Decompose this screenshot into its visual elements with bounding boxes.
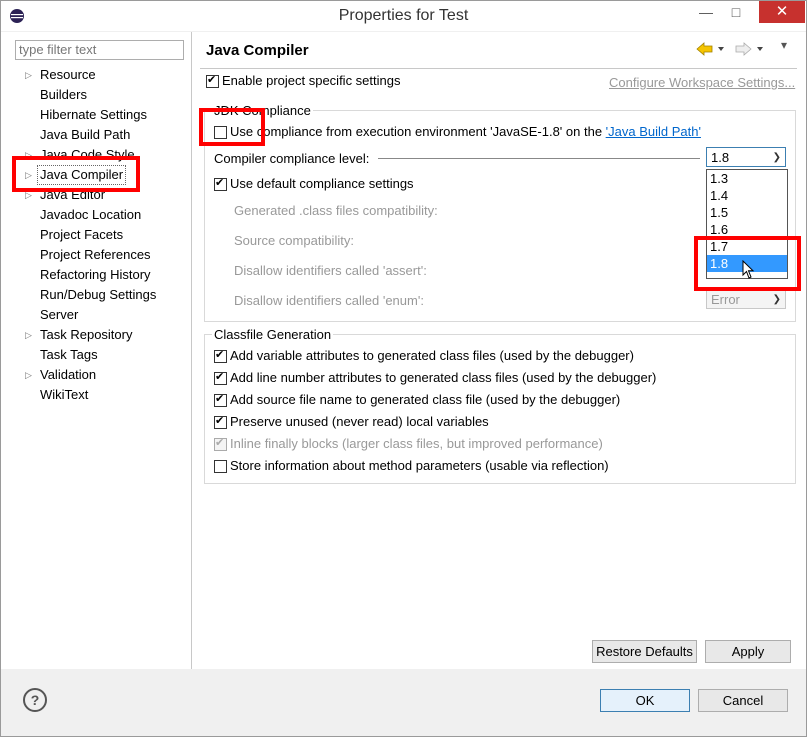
settings-panel: Java Compiler ▾ Enable project specific …	[193, 32, 806, 669]
menu-icon[interactable]: ▾	[781, 38, 787, 52]
annotation-box-use-env	[199, 108, 265, 146]
title-bar: Properties for Test — □ ✕	[1, 1, 806, 31]
sidebar-item[interactable]: WikiText	[1, 385, 191, 405]
classfile-label: Add line number attributes to generated …	[230, 370, 657, 385]
dropdown-option[interactable]: 1.3	[707, 170, 787, 187]
sidebar-item[interactable]: Refactoring History	[1, 265, 191, 285]
enable-specific-label: Enable project specific settings	[222, 73, 401, 88]
header-divider	[200, 68, 797, 69]
chevron-down-icon: ❯	[772, 294, 781, 305]
sidebar-item-label: Resource	[40, 67, 96, 82]
classfile-checkbox	[214, 436, 227, 451]
compliance-level-select[interactable]: 1.8 ❯	[706, 147, 786, 167]
filter-input[interactable]: type filter text	[15, 40, 184, 60]
sidebar-item-label: Run/Debug Settings	[40, 287, 157, 302]
classfile-label: Store information about method parameter…	[230, 458, 609, 473]
sidebar-item[interactable]: Run/Debug Settings	[1, 285, 191, 305]
sidebar-item[interactable]: Javadoc Location	[1, 205, 191, 225]
window-title: Properties for Test	[338, 7, 469, 24]
forward-icon[interactable]	[735, 42, 765, 59]
sidebar-item[interactable]: Project References	[1, 245, 191, 265]
sidebar-item-label: Task Repository	[40, 327, 133, 342]
dropdown-option[interactable]: 1.5	[707, 204, 787, 221]
sidebar-item[interactable]: Task Tags	[1, 345, 191, 365]
enable-specific-checkbox[interactable]	[206, 73, 219, 88]
classfile-checkbox[interactable]	[214, 414, 227, 429]
help-icon[interactable]: ?	[23, 688, 47, 712]
close-button[interactable]: ✕	[759, 1, 805, 23]
sidebar-item[interactable]: Project Facets	[1, 225, 191, 245]
cancel-button[interactable]: Cancel	[698, 689, 788, 712]
java-build-path-link[interactable]: 'Java Build Path'	[606, 124, 701, 139]
restore-defaults-button[interactable]: Restore Defaults	[592, 640, 697, 663]
sidebar-item[interactable]: ▷ Resource	[1, 65, 191, 85]
expand-arrow-icon[interactable]: ▷	[25, 365, 35, 385]
annotation-box-java-compiler	[12, 156, 140, 192]
use-default-label: Use default compliance settings	[230, 176, 414, 191]
classfile-title: Classfile Generation	[212, 327, 334, 342]
compliance-level-label: Compiler compliance level:	[214, 151, 370, 166]
classfile-checkbox[interactable]	[214, 460, 227, 473]
sidebar-item-label: Validation	[40, 367, 97, 382]
sidebar-item[interactable]: Hibernate Settings	[1, 105, 191, 125]
classfile-checkbox[interactable]	[214, 370, 227, 385]
dialog-content: type filter text ▷ Resource Builders Hibern…	[1, 32, 806, 669]
expand-arrow-icon[interactable]: ▷	[25, 325, 35, 345]
classfile-label: Preserve unused (never read) local varia…	[230, 414, 489, 429]
apply-button[interactable]: Apply	[705, 640, 791, 663]
disallow-enum-select: Error ❯	[706, 289, 786, 309]
sidebar-item-label: Project Facets	[40, 227, 124, 242]
sidebar-item-label: Server	[40, 307, 79, 322]
configure-workspace-link[interactable]: Configure Workspace Settings...	[609, 75, 795, 90]
sidebar-item-label: Task Tags	[40, 347, 98, 362]
sidebar-item-label: Javadoc Location	[40, 207, 142, 222]
sidebar-item[interactable]: Server	[1, 305, 191, 325]
disallow-enum-label: Disallow identifiers called 'enum':	[234, 293, 424, 308]
sidebar-item[interactable]: Java Build Path	[1, 125, 191, 145]
use-default-checkbox[interactable]	[214, 176, 227, 191]
minimize-button[interactable]: —	[692, 1, 720, 23]
category-tree: ▷ Resource Builders Hibernate Settings Java …	[1, 65, 191, 405]
classfile-label: Add source file name to generated class …	[230, 392, 621, 407]
compliance-connector	[378, 158, 700, 159]
sidebar-item[interactable]: ▷ Task Repository	[1, 325, 191, 345]
properties-window: Properties for Test — □ ✕ type filter te…	[0, 0, 807, 737]
chevron-down-icon: ❯	[772, 152, 781, 163]
classfile-checkbox[interactable]	[214, 392, 227, 407]
dropdown-option[interactable]: 1.4	[707, 187, 787, 204]
sidebar-item-label: Hibernate Settings	[40, 107, 147, 122]
source-compat-label: Source compatibility:	[234, 233, 354, 248]
sidebar-item[interactable]: ▷ Validation	[1, 365, 191, 385]
sidebar-item[interactable]: Builders	[1, 85, 191, 105]
use-env-label: Use compliance from execution environmen…	[230, 124, 701, 139]
ok-button[interactable]: OK	[600, 689, 690, 712]
annotation-box-versions	[694, 236, 801, 291]
maximize-button[interactable]: □	[722, 1, 750, 23]
category-panel: type filter text ▷ Resource Builders Hibern…	[1, 32, 192, 669]
generated-class-label: Generated .class files compatibility:	[234, 203, 438, 218]
sidebar-item-label: Refactoring History	[40, 267, 151, 282]
classfile-label: Add variable attributes to generated cla…	[230, 348, 634, 363]
sidebar-item-label: Builders	[40, 87, 87, 102]
classfile-label: Inline finally blocks (larger class file…	[230, 436, 603, 451]
expand-arrow-icon[interactable]: ▷	[25, 65, 35, 85]
disallow-assert-label: Disallow identifiers called 'assert':	[234, 263, 427, 278]
sidebar-item-label: Project References	[40, 247, 151, 262]
back-icon[interactable]	[696, 42, 726, 59]
classfile-checkbox[interactable]	[214, 348, 227, 363]
sidebar-item-label: WikiText	[40, 387, 89, 402]
sidebar-item-label: Java Build Path	[40, 127, 131, 142]
page-title: Java Compiler	[206, 42, 309, 59]
